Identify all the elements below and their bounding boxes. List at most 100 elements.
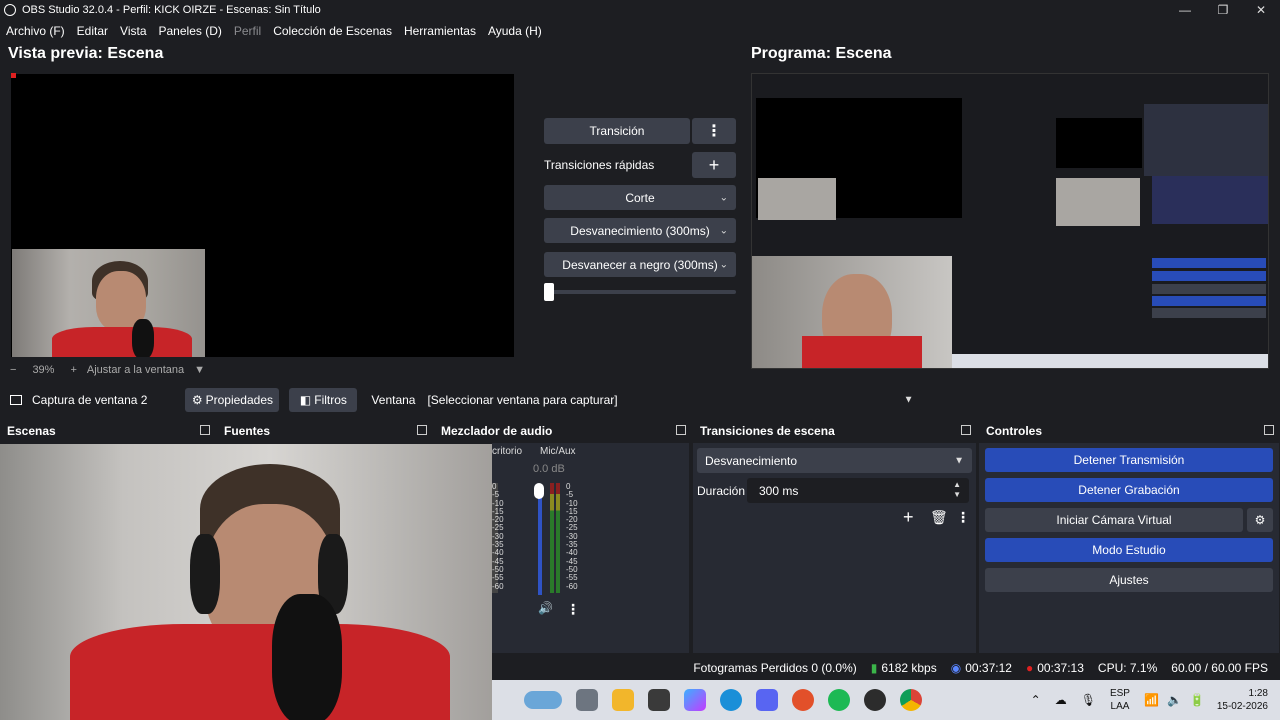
mic-channel-label: Mic/Aux: [540, 446, 576, 457]
fade-transition-dropdown[interactable]: Desvanecimiento (300ms) ⌄: [544, 218, 736, 243]
status-bar: Fotogramas Perdidos 0 (0.0%) ▮ 6182 kbps…: [492, 656, 1280, 680]
fade-black-transition-dropdown[interactable]: Desvanecer a negro (300ms) ⌄: [544, 252, 736, 277]
properties-button[interactable]: ⚙ Propiedades: [185, 388, 280, 412]
filter-icon: ◧: [299, 393, 312, 407]
bitrate-value: 6182 kbps: [881, 661, 937, 675]
desktop-meter-scale: 0 -5 -10 -15 -20 -25 -30 -35 -40 -45 -50 -55 -60: [492, 482, 504, 591]
virtual-camera-settings-icon[interactable]: ⚙: [1247, 508, 1273, 532]
program-canvas: [751, 73, 1269, 369]
duration-value: 300 ms: [759, 483, 799, 498]
filters-label: Filtros: [314, 393, 347, 407]
start-virtual-camera-button[interactable]: Iniciar Cámara Virtual: [985, 508, 1243, 532]
trash-icon[interactable]: 🗑: [930, 509, 948, 526]
clock[interactable]: 1:28 15-02-2026: [1217, 687, 1268, 713]
transition-more-icon[interactable]: ⋮: [956, 509, 970, 526]
discord-icon[interactable]: [756, 689, 778, 711]
t-bar-track[interactable]: [545, 290, 736, 294]
chevron-down-icon: ⌄: [719, 192, 728, 203]
minimize-button[interactable]: —: [1166, 0, 1204, 20]
add-quick-transition-button[interactable]: +: [692, 152, 736, 178]
cut-label: Corte: [625, 190, 655, 205]
chevron-down-icon[interactable]: ▼: [194, 364, 205, 376]
taskbar: ⌃ ☁ 🎙 ESP LAA 📶 🔈 🔋 1:28 15-02-2026: [492, 680, 1280, 720]
rec-time: 00:37:13: [1037, 661, 1084, 675]
menu-docks[interactable]: Paneles (D): [159, 24, 222, 38]
chevron-up-icon[interactable]: ⌃: [1031, 693, 1041, 707]
controls-dock-header: Controles: [979, 421, 1280, 441]
lang-code: ESP: [1109, 688, 1130, 699]
store-icon[interactable]: [648, 689, 670, 711]
scenes-dock-header: Escenas: [0, 421, 216, 441]
bitrate-item: ▮ 6182 kbps: [871, 661, 937, 675]
mic-volume-handle[interactable]: [534, 483, 544, 499]
battery-icon[interactable]: 🔋: [1190, 693, 1205, 707]
mic-level-meter: [550, 483, 554, 593]
preview-title: Vista previa: Escena: [8, 45, 164, 62]
scene-transitions-dock-title: Transiciones de escena: [700, 424, 835, 438]
zoom-out-button[interactable]: −: [10, 364, 16, 376]
file-explorer-icon[interactable]: [612, 689, 634, 711]
task-view-icon[interactable]: [576, 689, 598, 711]
undock-icon[interactable]: [961, 425, 971, 435]
menu-file[interactable]: Archivo (F): [6, 24, 65, 38]
mic-volume-slider[interactable]: [538, 487, 542, 595]
stop-streaming-button[interactable]: Detener Transmisión: [985, 448, 1273, 472]
mixer-dock-header: Mezclador de audio: [434, 421, 692, 441]
menu-scene-collection[interactable]: Colección de Escenas: [273, 24, 392, 38]
transition-button[interactable]: Transición: [544, 118, 690, 144]
webcam-overlay: [0, 444, 492, 720]
t-bar-handle[interactable]: [544, 283, 554, 301]
properties-label: Propiedades: [205, 393, 273, 407]
stop-recording-button[interactable]: Detener Grabación: [985, 478, 1273, 502]
scene-transitions-dock-header: Transiciones de escena: [693, 421, 977, 441]
widgets-icon[interactable]: [524, 691, 562, 709]
spin-arrows-icon[interactable]: ▲ ▼: [953, 480, 961, 500]
chrome-icon[interactable]: [900, 689, 922, 711]
menu-edit[interactable]: Editar: [77, 24, 108, 38]
spotify-icon[interactable]: [828, 689, 850, 711]
volume-icon[interactable]: 🔈: [1167, 693, 1182, 707]
ea-icon[interactable]: [792, 689, 814, 711]
undock-icon[interactable]: [676, 425, 686, 435]
clock-time: 1:28: [1248, 688, 1268, 699]
filters-button[interactable]: ◧ Filtros: [289, 388, 358, 412]
mixer-more-icon[interactable]: ⋮: [566, 601, 580, 618]
microphone-icon[interactable]: 🎙: [1081, 693, 1096, 707]
preview-webcam-source[interactable]: [12, 249, 205, 357]
clock-date: 15-02-2026: [1216, 701, 1268, 712]
copilot-icon[interactable]: [684, 689, 706, 711]
cut-transition-dropdown[interactable]: Corte ⌄: [544, 185, 736, 210]
obs-icon[interactable]: [864, 689, 886, 711]
speaker-icon[interactable]: 🔊: [538, 601, 553, 615]
sources-dock-header: Fuentes: [217, 421, 433, 441]
window-capture-icon: [10, 395, 22, 405]
more-options-icon[interactable]: ⋮: [692, 118, 736, 144]
maximize-button[interactable]: ❐: [1204, 0, 1242, 20]
undock-icon[interactable]: [200, 425, 210, 435]
mixer-dock-title: Mezclador de audio: [441, 424, 553, 438]
zoom-in-button[interactable]: +: [70, 364, 76, 376]
transition-type-select[interactable]: Desvanecimiento ▼: [697, 448, 972, 473]
selection-handle[interactable]: [11, 73, 16, 78]
menu-tools[interactable]: Herramientas: [404, 24, 476, 38]
mic-level-readout: 0.0 dB: [533, 463, 565, 475]
duration-input[interactable]: 300 ms ▲ ▼: [747, 478, 969, 503]
language-indicator[interactable]: ESP LAA: [1110, 687, 1130, 713]
menu-help[interactable]: Ayuda (H): [488, 24, 542, 38]
wifi-icon[interactable]: 📶: [1144, 693, 1159, 707]
scenes-dock-title: Escenas: [7, 424, 56, 438]
edge-icon[interactable]: [720, 689, 742, 711]
menu-view[interactable]: Vista: [120, 24, 146, 38]
menu-bar: Archivo (F) Editar Vista Paneles (D) Per…: [0, 20, 1280, 42]
undock-icon[interactable]: [417, 425, 427, 435]
settings-button[interactable]: Ajustes: [985, 568, 1273, 592]
undock-icon[interactable]: [1264, 425, 1274, 435]
studio-mode-button[interactable]: Modo Estudio: [985, 538, 1273, 562]
menu-profile[interactable]: Perfil: [234, 24, 261, 38]
window-select[interactable]: [Seleccionar ventana para capturar] ▼: [421, 388, 922, 412]
add-icon[interactable]: +: [903, 507, 914, 528]
fit-window-label[interactable]: Ajustar a la ventana: [87, 364, 184, 376]
close-button[interactable]: ✕: [1242, 0, 1280, 20]
cloud-icon[interactable]: ☁: [1055, 693, 1067, 707]
zoom-level: 39%: [32, 364, 55, 376]
